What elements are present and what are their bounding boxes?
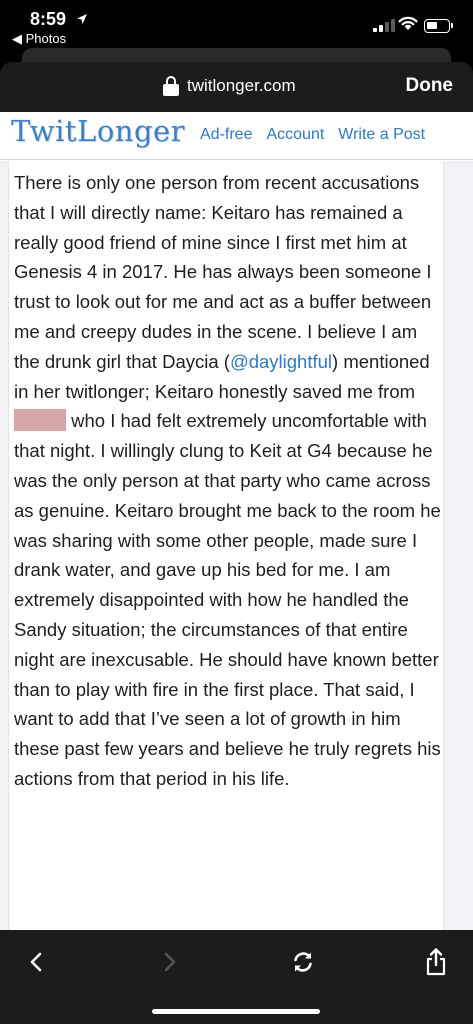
status-bar: 8:59 ◀ Photos — [0, 0, 473, 52]
redacted-name-box — [14, 409, 66, 432]
address-bar[interactable]: twitlonger.com — [163, 76, 296, 96]
nav-ad-free-link[interactable]: Ad-free — [200, 126, 252, 144]
location-arrow-icon — [77, 14, 87, 24]
share-icon — [426, 948, 446, 976]
post-text-part-1: There is only one person from recent acc… — [14, 172, 432, 372]
lock-icon — [163, 76, 179, 96]
refresh-icon — [294, 952, 312, 972]
nav-write-post-link[interactable]: Write a Post — [338, 126, 425, 144]
browser-nav-bar: twitlonger.com Done — [0, 62, 473, 112]
cellular-signal-icon — [373, 18, 395, 32]
post-body: There is only one person from recent acc… — [8, 161, 444, 930]
site-header: TwitLonger Ad-free Account Write a Post — [0, 112, 473, 160]
status-time: 8:59 — [30, 9, 67, 29]
mention-link[interactable]: @daylightful — [230, 351, 332, 372]
share-button[interactable] — [414, 940, 458, 984]
chevron-left-icon — [30, 952, 42, 972]
post-text: There is only one person from recent acc… — [14, 168, 442, 794]
battery-icon — [424, 19, 453, 33]
chevron-right-icon — [164, 952, 176, 972]
home-indicator[interactable] — [152, 1009, 320, 1014]
refresh-button[interactable] — [281, 940, 325, 984]
web-page: TwitLonger Ad-free Account Write a Post … — [0, 112, 473, 930]
wifi-icon — [398, 16, 418, 30]
url-text: twitlonger.com — [187, 76, 296, 95]
sheet-background-card — [22, 48, 451, 62]
forward-button[interactable] — [148, 940, 192, 984]
post-text-part-3: who I had felt extremely uncomfortable w… — [14, 410, 441, 789]
back-to-photos-button[interactable]: ◀ Photos — [12, 31, 66, 47]
done-button[interactable]: Done — [406, 75, 454, 97]
back-button[interactable] — [14, 940, 58, 984]
site-nav: Ad-free Account Write a Post — [200, 126, 425, 144]
nav-account-link[interactable]: Account — [266, 126, 324, 144]
twitlonger-logo[interactable]: TwitLonger — [11, 114, 185, 148]
